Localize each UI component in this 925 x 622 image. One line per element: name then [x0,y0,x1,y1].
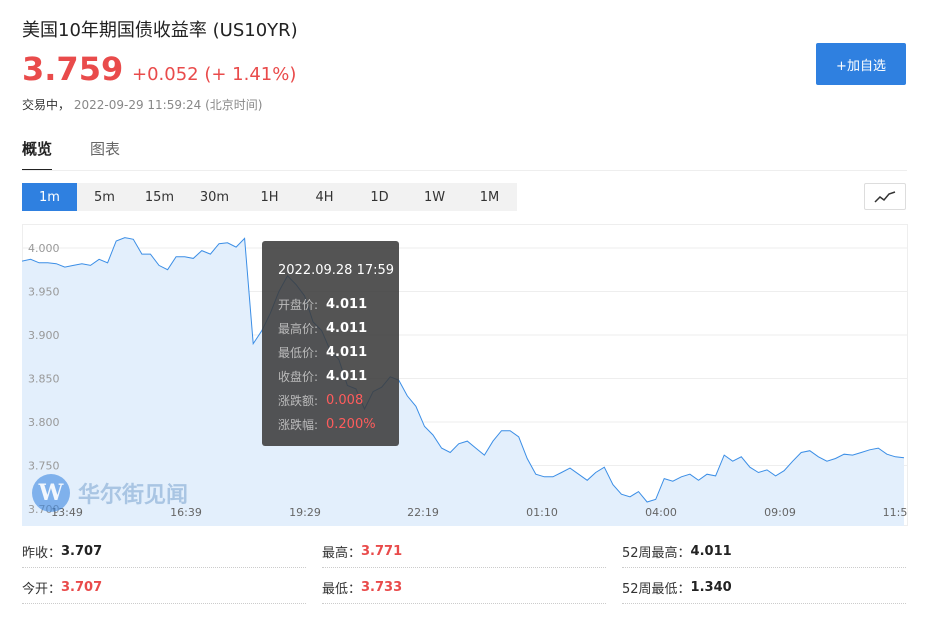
period-30m[interactable]: 30m [187,183,242,211]
tooltip-label: 开盘价: [278,297,319,312]
tooltip-time: 2022.09.28 17:59 [278,263,395,278]
stat-label: 昨收： [22,546,62,561]
x-tick-label: 01:10 [526,506,558,519]
line-chart-icon [874,190,896,203]
tooltip-value: 4.011 [326,320,368,336]
chart-tooltip: 2022.09.28 17:59 开盘价: 4.011 最高价: 4.011 最… [262,241,399,446]
period-selector: 1m 5m 15m 30m 1H 4H 1D 1W 1M [22,183,517,211]
trading-status: 交易中， 2022-09-29 11:59:24 (北京时间) [22,96,263,113]
stats-panel: 昨收： 3.707 最高： 3.771 52周最高： 4.011 今开： 3.7… [22,536,906,604]
tooltip-label: 最高价: [278,321,319,336]
change-value: +0.052 [132,64,199,85]
period-5m[interactable]: 5m [77,183,132,211]
current-price: 3.759 [22,50,124,88]
stat-label: 最低： [322,582,362,597]
tab-divider [22,170,907,171]
x-tick-label: 09:09 [764,506,796,519]
tooltip-row-change: 涨跌额: 0.008 [278,388,399,412]
instrument-name: 美国10年期国债收益率 [22,20,207,41]
stat-value: 3.707 [61,544,103,559]
x-tick-label: 04:00 [645,506,677,519]
y-tick-label: 3.750 [28,460,60,473]
stat-value: 3.707 [61,580,103,595]
period-4h[interactable]: 4H [297,183,352,211]
instrument-title: 美国10年期国债收益率 (US10YR) [22,16,298,42]
period-15m[interactable]: 15m [132,183,187,211]
status-timezone: (北京时间) [205,98,263,112]
tooltip-value: 4.011 [326,296,368,312]
tooltip-label: 最低价: [278,345,319,360]
y-tick-label: 3.900 [28,329,60,342]
stat-label: 52周最低： [622,582,691,597]
chart-type-toggle[interactable] [864,183,906,210]
y-tick-label: 3.800 [28,416,60,429]
stat-open: 今开： 3.707 [22,572,306,604]
tooltip-value: 4.011 [326,344,368,360]
tab-chart[interactable]: 图表 [90,138,120,171]
tab-overview[interactable]: 概览 [22,138,53,171]
tooltip-label: 涨跌幅: [278,417,319,432]
stat-label: 52周最高： [622,546,691,561]
stat-label: 最高： [322,546,362,561]
tooltip-label: 收盘价: [278,369,319,384]
tooltip-value: 0.200% [326,416,376,432]
period-1d[interactable]: 1D [352,183,407,211]
stat-52w-high: 52周最高： 4.011 [622,536,906,568]
y-tick-label: 3.950 [28,286,60,299]
tab-bar: 概览 图表 [22,138,120,171]
x-tick-label: 22:19 [407,506,439,519]
stat-label: 今开： [22,582,62,597]
status-label: 交易中， [22,98,71,112]
stat-value: 3.733 [361,580,403,595]
stat-value: 1.340 [690,580,732,595]
tooltip-row-high: 最高价: 4.011 [278,316,399,340]
stat-value: 3.771 [361,544,403,559]
x-tick-label: 11:5 [883,506,908,519]
tooltip-label: 涨跌额: [278,393,319,408]
instrument-symbol: (US10YR) [212,20,298,41]
stats-row: 今开： 3.707 最低： 3.733 52周最低： 1.340 [22,568,906,604]
tooltip-row-open: 开盘价: 4.011 [278,292,399,316]
stat-high: 最高： 3.771 [322,536,606,568]
watermark-text: 华尔街见闻 [78,482,189,508]
stat-low: 最低： 3.733 [322,572,606,604]
period-1h[interactable]: 1H [242,183,297,211]
y-tick-label: 4.000 [28,242,60,255]
tooltip-row-low: 最低价: 4.011 [278,340,399,364]
stat-prev-close: 昨收： 3.707 [22,536,306,568]
watermark-logo: W [32,474,70,512]
change-percent: (+ 1.41%) [204,64,297,85]
stats-row: 昨收： 3.707 最高： 3.771 52周最高： 4.011 [22,536,906,568]
add-watchlist-button[interactable]: +加自选 [816,43,906,85]
stat-value: 4.011 [690,544,732,559]
tooltip-value: 4.011 [326,368,368,384]
tooltip-row-change-pct: 涨跌幅: 0.200% [278,412,399,436]
x-tick-label: 19:29 [289,506,321,519]
price-change: +0.052 (+ 1.41%) [132,64,296,85]
watermark: W 华尔街见闻 [32,474,188,512]
tooltip-value: 0.008 [326,392,364,408]
tooltip-row-close: 收盘价: 4.011 [278,364,399,388]
period-1mo[interactable]: 1M [462,183,517,211]
stat-52w-low: 52周最低： 1.340 [622,572,906,604]
status-timestamp: 2022-09-29 11:59:24 [73,98,202,112]
period-1w[interactable]: 1W [407,183,462,211]
period-1m[interactable]: 1m [22,183,77,211]
y-tick-label: 3.850 [28,373,60,386]
